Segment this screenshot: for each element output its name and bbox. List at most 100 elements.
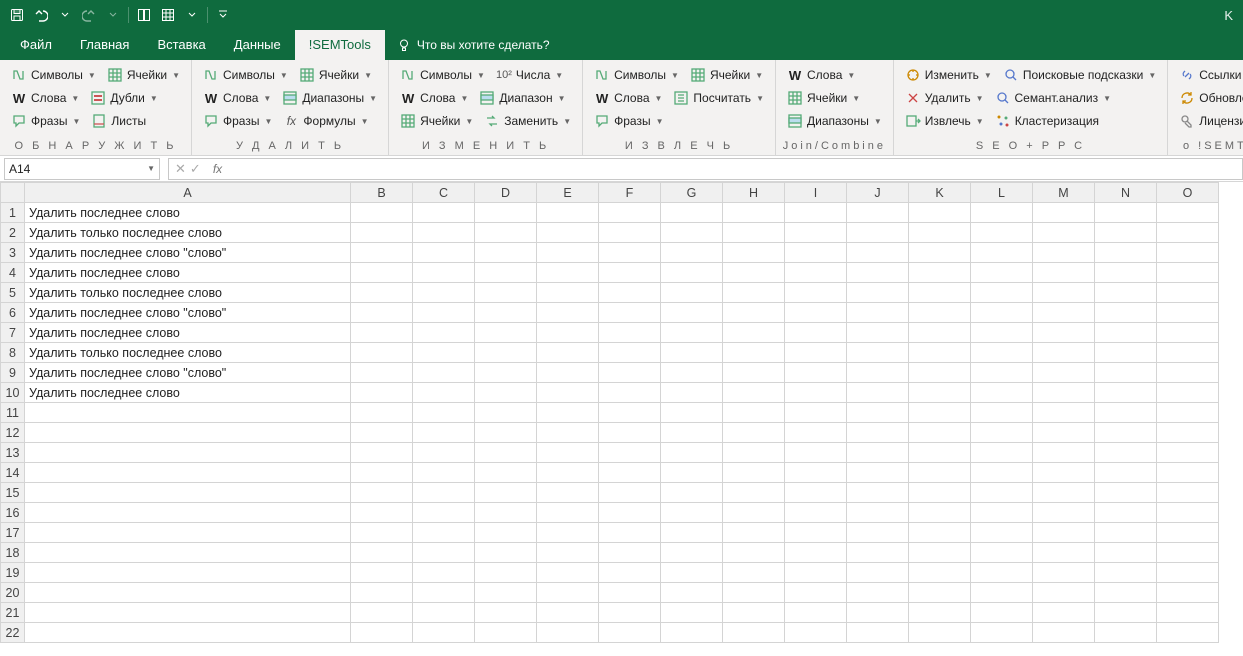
ribbon-extract-cells4[interactable]: Ячейки▼	[685, 64, 768, 86]
qat-custom-1[interactable]	[133, 4, 155, 26]
cell-B12[interactable]	[351, 423, 413, 443]
cell-H7[interactable]	[723, 323, 785, 343]
cell-O16[interactable]	[1157, 503, 1219, 523]
cell-E22[interactable]	[537, 623, 599, 643]
cell-O19[interactable]	[1157, 563, 1219, 583]
cell-H8[interactable]	[723, 343, 785, 363]
qat-custom-2-dropdown[interactable]	[181, 4, 203, 26]
cell-B22[interactable]	[351, 623, 413, 643]
cell-O21[interactable]	[1157, 603, 1219, 623]
cell-N1[interactable]	[1095, 203, 1157, 223]
cell-I1[interactable]	[785, 203, 847, 223]
cell-M7[interactable]	[1033, 323, 1095, 343]
cell-F9[interactable]	[599, 363, 661, 383]
row-header-2[interactable]: 2	[1, 223, 25, 243]
cell-K13[interactable]	[909, 443, 971, 463]
row-header-5[interactable]: 5	[1, 283, 25, 303]
cell-J16[interactable]	[847, 503, 909, 523]
cell-O13[interactable]	[1157, 443, 1219, 463]
cell-B7[interactable]	[351, 323, 413, 343]
cell-J14[interactable]	[847, 463, 909, 483]
cell-M13[interactable]	[1033, 443, 1095, 463]
cell-I7[interactable]	[785, 323, 847, 343]
cell-N8[interactable]	[1095, 343, 1157, 363]
cell-C22[interactable]	[413, 623, 475, 643]
cell-H17[interactable]	[723, 523, 785, 543]
cell-M22[interactable]	[1033, 623, 1095, 643]
cell-M16[interactable]	[1033, 503, 1095, 523]
column-header-I[interactable]: I	[785, 183, 847, 203]
cell-A7[interactable]: Удалить последнее слово	[25, 323, 351, 343]
cell-E1[interactable]	[537, 203, 599, 223]
row-header-7[interactable]: 7	[1, 323, 25, 343]
save-button[interactable]	[6, 4, 28, 26]
row-header-4[interactable]: 4	[1, 263, 25, 283]
cell-F7[interactable]	[599, 323, 661, 343]
cell-M15[interactable]	[1033, 483, 1095, 503]
cell-M1[interactable]	[1033, 203, 1095, 223]
cell-K17[interactable]	[909, 523, 971, 543]
cell-O14[interactable]	[1157, 463, 1219, 483]
cell-K5[interactable]	[909, 283, 971, 303]
cell-B19[interactable]	[351, 563, 413, 583]
cell-J5[interactable]	[847, 283, 909, 303]
cell-C9[interactable]	[413, 363, 475, 383]
cell-I9[interactable]	[785, 363, 847, 383]
tell-me-search[interactable]: Что вы хотите сделать?	[385, 30, 562, 60]
cell-I18[interactable]	[785, 543, 847, 563]
row-header-10[interactable]: 10	[1, 383, 25, 403]
row-header-1[interactable]: 1	[1, 203, 25, 223]
cell-F16[interactable]	[599, 503, 661, 523]
cell-J12[interactable]	[847, 423, 909, 443]
cell-K16[interactable]	[909, 503, 971, 523]
cell-L21[interactable]	[971, 603, 1033, 623]
cell-A4[interactable]: Удалить последнее слово	[25, 263, 351, 283]
cell-J20[interactable]	[847, 583, 909, 603]
cell-N4[interactable]	[1095, 263, 1157, 283]
cell-O2[interactable]	[1157, 223, 1219, 243]
cell-H19[interactable]	[723, 563, 785, 583]
cell-K21[interactable]	[909, 603, 971, 623]
cell-G20[interactable]	[661, 583, 723, 603]
cell-I16[interactable]	[785, 503, 847, 523]
cell-C13[interactable]	[413, 443, 475, 463]
cell-D2[interactable]	[475, 223, 537, 243]
column-header-D[interactable]: D	[475, 183, 537, 203]
cell-L6[interactable]	[971, 303, 1033, 323]
ribbon-about-update7[interactable]: Обновление▼	[1174, 87, 1243, 109]
cell-F2[interactable]	[599, 223, 661, 243]
cell-I22[interactable]	[785, 623, 847, 643]
cell-K15[interactable]	[909, 483, 971, 503]
cell-D5[interactable]	[475, 283, 537, 303]
cell-A2[interactable]: Удалить только последнее слово	[25, 223, 351, 243]
cell-B16[interactable]	[351, 503, 413, 523]
cell-L13[interactable]	[971, 443, 1033, 463]
cell-B11[interactable]	[351, 403, 413, 423]
cell-B21[interactable]	[351, 603, 413, 623]
cell-C16[interactable]	[413, 503, 475, 523]
cell-N2[interactable]	[1095, 223, 1157, 243]
cell-K18[interactable]	[909, 543, 971, 563]
cell-I15[interactable]	[785, 483, 847, 503]
cell-I5[interactable]	[785, 283, 847, 303]
cell-B13[interactable]	[351, 443, 413, 463]
cell-M12[interactable]	[1033, 423, 1095, 443]
ribbon-detect-phrases[interactable]: Фразы▼	[6, 110, 85, 132]
cell-G21[interactable]	[661, 603, 723, 623]
redo-dropdown[interactable]	[102, 4, 124, 26]
column-header-K[interactable]: K	[909, 183, 971, 203]
cell-F15[interactable]	[599, 483, 661, 503]
cell-A18[interactable]	[25, 543, 351, 563]
cell-A11[interactable]	[25, 403, 351, 423]
cell-F20[interactable]	[599, 583, 661, 603]
cell-K20[interactable]	[909, 583, 971, 603]
cell-G14[interactable]	[661, 463, 723, 483]
cell-N7[interactable]	[1095, 323, 1157, 343]
cell-D16[interactable]	[475, 503, 537, 523]
cell-N12[interactable]	[1095, 423, 1157, 443]
cell-L22[interactable]	[971, 623, 1033, 643]
cell-C21[interactable]	[413, 603, 475, 623]
cell-G18[interactable]	[661, 543, 723, 563]
cell-E6[interactable]	[537, 303, 599, 323]
row-header-16[interactable]: 16	[1, 503, 25, 523]
